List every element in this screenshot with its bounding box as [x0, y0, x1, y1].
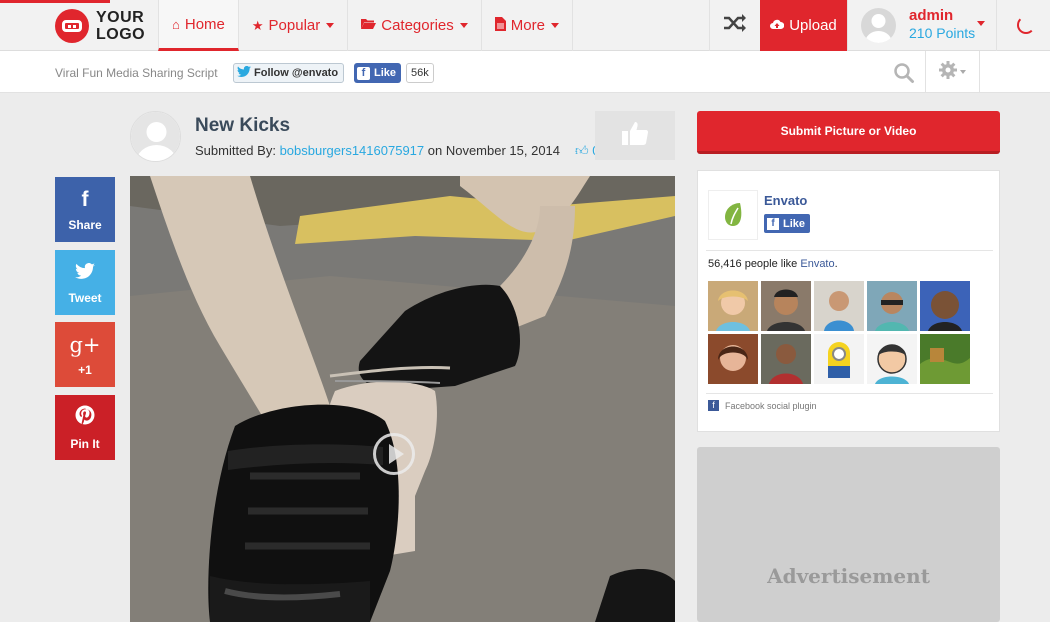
share-googleplus-label: +1: [78, 362, 92, 377]
post-title: New Kicks: [195, 115, 291, 136]
share-twitter-label: Tweet: [68, 290, 102, 305]
googleplus-icon: g+: [69, 332, 101, 357]
divider: [706, 393, 993, 394]
chevron-down-icon: [550, 23, 559, 28]
play-icon[interactable]: [373, 433, 415, 475]
facebook-plugin-footer[interactable]: f Facebook social plugin: [708, 400, 817, 411]
chevron-down-icon: [459, 23, 468, 28]
upload-label: Upload: [789, 17, 837, 34]
logo-text-line2: LOGO: [96, 26, 146, 43]
user-menu[interactable]: admin 210 Points: [847, 0, 997, 51]
post-meta: Submitted By: bobsburgers1416075917 on N…: [195, 143, 560, 158]
nav-more[interactable]: More: [482, 0, 573, 51]
nav-more-label: More: [510, 17, 545, 34]
pinterest-icon: [75, 405, 95, 431]
fan-avatar[interactable]: [814, 334, 864, 384]
facebook-page-like-label: Like: [783, 217, 806, 230]
nav-popular[interactable]: ★ Popular: [239, 0, 349, 51]
post-author-link[interactable]: bobsburgers1416075917: [280, 143, 425, 158]
facebook-icon: f: [708, 400, 719, 411]
share-pinterest-button[interactable]: Pin It: [55, 395, 115, 460]
facebook-like-summary: 56,416 people like Envato.: [708, 258, 838, 270]
post-date: on November 15, 2014: [427, 143, 561, 158]
facebook-fan-faces: [708, 281, 978, 384]
logo-badge-icon: [55, 9, 89, 43]
share-googleplus-button[interactable]: g+ +1: [55, 322, 115, 387]
post-author-avatar[interactable]: [130, 111, 181, 162]
share-pinterest-label: Pin It: [70, 436, 100, 451]
facebook-like-button[interactable]: f Like: [354, 63, 402, 83]
nav-popular-label: Popular: [268, 17, 321, 34]
random-post-button[interactable]: [709, 0, 760, 51]
upload-button[interactable]: Upload: [760, 0, 847, 51]
nav-home[interactable]: ⌂ Home: [158, 0, 239, 51]
chevron-down-icon: [977, 21, 985, 26]
advertisement-box[interactable]: Advertisement: [697, 447, 1000, 622]
twitter-bird-icon: [75, 261, 95, 285]
facebook-icon: f: [767, 217, 779, 230]
chevron-down-icon: [326, 23, 335, 28]
share-twitter-button[interactable]: Tweet: [55, 250, 115, 315]
star-icon: ★: [251, 17, 264, 33]
nav-categories[interactable]: Categories: [348, 0, 482, 51]
facebook-page-name[interactable]: Envato: [764, 193, 807, 208]
user-name: admin: [909, 7, 954, 24]
fan-avatar[interactable]: [761, 281, 811, 331]
twitter-bird-icon: [237, 65, 251, 80]
fan-avatar[interactable]: [867, 281, 917, 331]
cloud-upload-icon: [770, 18, 785, 33]
site-tagline: Viral Fun Media Sharing Script: [55, 66, 218, 80]
main-nav: ⌂ Home ★ Popular Categories More: [158, 0, 573, 51]
facebook-icon: f: [357, 66, 370, 80]
nav-categories-label: Categories: [381, 17, 454, 34]
facebook-like-summary-page[interactable]: Envato: [800, 258, 834, 270]
advertisement-label: Advertisement: [767, 564, 930, 588]
facebook-like-summary-suffix: .: [834, 258, 838, 270]
loading-spinner-icon: [1017, 16, 1035, 34]
facebook-like-box: Envato f Like 56,416 people like Envato.…: [697, 170, 1000, 432]
chevron-down-icon: [960, 70, 966, 74]
facebook-like-count: 56k: [406, 63, 434, 83]
facebook-like-summary-prefix: 56,416 people like: [708, 258, 801, 270]
logo-text-line1: YOUR: [96, 9, 145, 26]
site-logo[interactable]: YOUR LOGO: [55, 8, 145, 44]
home-icon: ⌂: [172, 16, 180, 32]
envato-logo[interactable]: [708, 190, 758, 240]
submitted-by-label: Submitted By:: [195, 143, 276, 158]
twitter-follow-label: Follow @envato: [254, 67, 339, 79]
shuffle-icon: [723, 13, 747, 39]
facebook-like-label: Like: [374, 67, 397, 79]
facebook-plugin-label: Facebook social plugin: [725, 400, 817, 411]
file-icon: [494, 17, 506, 34]
fan-avatar[interactable]: [920, 334, 970, 384]
divider: [706, 250, 993, 251]
thumbs-up-icon: [621, 120, 649, 151]
fan-avatar[interactable]: [867, 334, 917, 384]
fan-avatar[interactable]: [708, 281, 758, 331]
user-points: 210 Points: [909, 25, 976, 41]
search-icon[interactable]: [893, 62, 915, 89]
facebook-icon: f: [81, 187, 89, 211]
share-facebook-button[interactable]: f Share: [55, 177, 115, 242]
gear-icon: [939, 60, 957, 84]
folder-open-icon: [361, 18, 377, 33]
accent-line: [0, 0, 110, 3]
thumbs-up-outline-icon: 👍︎: [575, 143, 589, 158]
video-thumbnail: [130, 176, 675, 622]
share-facebook-label: Share: [68, 217, 102, 232]
fan-avatar[interactable]: [920, 281, 970, 331]
video-player[interactable]: [130, 176, 675, 622]
twitter-follow-button[interactable]: Follow @envato: [233, 63, 345, 83]
fan-avatar[interactable]: [761, 334, 811, 384]
fan-avatar[interactable]: [708, 334, 758, 384]
fan-avatar[interactable]: [814, 281, 864, 331]
settings-menu-button[interactable]: [925, 51, 980, 93]
avatar: [861, 8, 896, 43]
facebook-page-like-button[interactable]: f Like: [764, 214, 811, 233]
nav-home-label: Home: [184, 15, 225, 33]
like-button[interactable]: [595, 111, 675, 160]
submit-picture-video-button[interactable]: Submit Picture or Video: [697, 111, 1000, 154]
